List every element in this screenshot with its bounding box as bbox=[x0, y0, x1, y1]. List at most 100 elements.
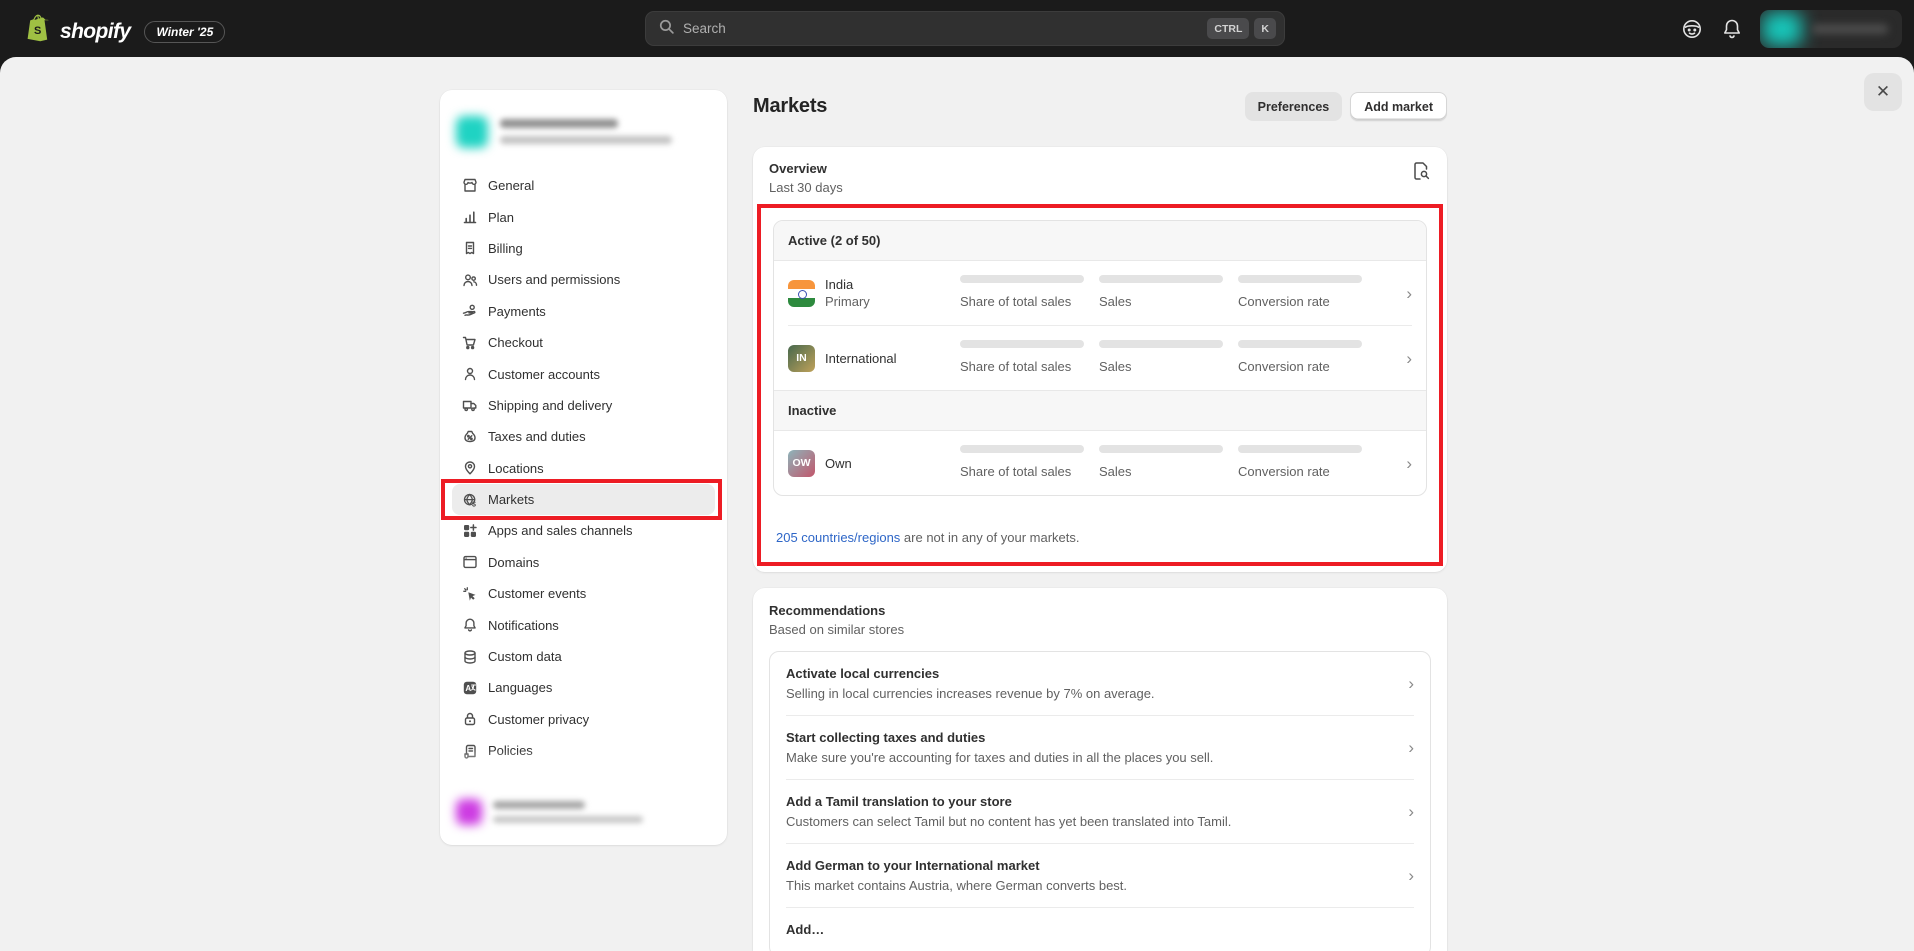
annotation-box-markets bbox=[441, 479, 722, 520]
topbar-right-cluster bbox=[1680, 0, 1902, 58]
apps-icon bbox=[462, 523, 478, 539]
store-switcher[interactable] bbox=[440, 90, 727, 168]
preferences-button[interactable]: Preferences bbox=[1245, 92, 1343, 121]
sidebar-item-checkout[interactable]: Checkout bbox=[452, 327, 715, 358]
countries-footnote: 205 countries/regions are not in any of … bbox=[776, 530, 1424, 545]
topbar: S shopify Winter '25 CTRL K bbox=[0, 0, 1914, 58]
truck-icon bbox=[462, 397, 478, 413]
recommendation-clipped[interactable]: Add… bbox=[770, 908, 1430, 951]
recommendation-collect-taxes[interactable]: Start collecting taxes and duties Make s… bbox=[770, 716, 1430, 779]
sidebar-item-domains[interactable]: Domains bbox=[452, 547, 715, 578]
map-pin-icon bbox=[462, 460, 478, 476]
recommendations-title: Recommendations bbox=[769, 603, 1431, 618]
view-report-icon[interactable] bbox=[1411, 161, 1431, 181]
sidebar-item-taxes-and-duties[interactable]: Taxes and duties bbox=[452, 421, 715, 452]
skeleton-bar bbox=[1099, 445, 1223, 453]
settings-sidebar: General Plan Billing Users and permissio… bbox=[440, 90, 727, 845]
plan-chart-icon bbox=[462, 209, 478, 225]
sidebar-item-languages[interactable]: A Languages bbox=[452, 672, 715, 703]
chevron-right-icon: › bbox=[1408, 675, 1414, 692]
chevron-right-icon: › bbox=[1408, 739, 1414, 756]
close-icon: ✕ bbox=[1876, 82, 1890, 102]
recommendation-tamil-translation[interactable]: Add a Tamil translation to your store Cu… bbox=[770, 780, 1430, 843]
recommendation-activate-local-currencies[interactable]: Activate local currencies Selling in loc… bbox=[770, 652, 1430, 715]
svg-text:A: A bbox=[465, 684, 471, 693]
chevron-right-icon: › bbox=[1408, 803, 1414, 820]
market-row-international[interactable]: IN International Share of total sales Sa… bbox=[774, 326, 1426, 390]
store-url-blurred bbox=[500, 136, 672, 144]
skeleton-bar bbox=[960, 340, 1084, 348]
translate-icon: A bbox=[462, 680, 478, 696]
user-account-row[interactable] bbox=[440, 783, 727, 845]
cart-icon bbox=[462, 335, 478, 351]
shopify-logo[interactable]: S shopify Winter '25 bbox=[24, 13, 225, 50]
recommendations-subtitle: Based on similar stores bbox=[769, 622, 1431, 637]
markets-page: Markets Preferences Add market Overview … bbox=[753, 92, 1447, 951]
sidebar-item-shipping-and-delivery[interactable]: Shipping and delivery bbox=[452, 390, 715, 421]
own-badge: OW bbox=[788, 450, 815, 477]
skeleton-bar bbox=[1099, 340, 1223, 348]
chevron-right-icon: › bbox=[1406, 350, 1412, 367]
countries-regions-link[interactable]: 205 countries/regions bbox=[776, 530, 900, 545]
sidebar-item-users-and-permissions[interactable]: Users and permissions bbox=[452, 264, 715, 295]
account-menu[interactable] bbox=[1760, 10, 1902, 48]
sidebar-item-payments[interactable]: Payments bbox=[452, 296, 715, 327]
recommendation-add-german[interactable]: Add German to your International market … bbox=[770, 844, 1430, 907]
chevron-right-icon: › bbox=[1406, 455, 1412, 472]
recommendations-list: Activate local currencies Selling in loc… bbox=[769, 651, 1431, 951]
market-row-own[interactable]: OW Own Share of total sales Sales Conver… bbox=[774, 431, 1426, 495]
skeleton-bar bbox=[1238, 340, 1362, 348]
market-row-india[interactable]: India Primary Share of total sales Sales… bbox=[774, 261, 1426, 325]
skeleton-bar bbox=[1238, 275, 1362, 283]
chevron-right-icon: › bbox=[1406, 285, 1412, 302]
overview-subtitle: Last 30 days bbox=[769, 180, 843, 195]
skeleton-bar bbox=[1099, 275, 1223, 283]
overview-title: Overview bbox=[769, 161, 843, 176]
sidebar-item-markets[interactable]: $ Markets bbox=[452, 484, 715, 515]
skeleton-bar bbox=[960, 445, 1084, 453]
skeleton-bar bbox=[1238, 445, 1362, 453]
sidebar-item-billing[interactable]: Billing bbox=[452, 233, 715, 264]
tax-bag-icon bbox=[462, 429, 478, 445]
notifications-bell-icon[interactable] bbox=[1720, 17, 1744, 41]
sidebar-item-customer-events[interactable]: Customer events bbox=[452, 578, 715, 609]
overview-card: Overview Last 30 days Active (2 of 50) bbox=[753, 147, 1447, 572]
globe-dollar-icon: $ bbox=[462, 492, 478, 508]
skeleton-bar bbox=[960, 275, 1084, 283]
chevron-right-icon: › bbox=[1408, 867, 1414, 884]
shortcut-ctrl-key: CTRL bbox=[1207, 18, 1249, 39]
international-badge: IN bbox=[788, 345, 815, 372]
shopify-bag-icon: S bbox=[24, 13, 54, 50]
browser-icon bbox=[462, 554, 478, 570]
active-section-header: Active (2 of 50) bbox=[774, 221, 1426, 261]
settings-nav: General Plan Billing Users and permissio… bbox=[440, 168, 727, 783]
lock-icon bbox=[462, 711, 478, 727]
global-search[interactable]: CTRL K bbox=[645, 11, 1285, 46]
sidebar-item-custom-data[interactable]: Custom data bbox=[452, 641, 715, 672]
sidebar-item-locations[interactable]: Locations bbox=[452, 453, 715, 484]
payments-icon bbox=[462, 303, 478, 319]
store-avatar bbox=[456, 116, 488, 148]
sidebar-item-plan[interactable]: Plan bbox=[452, 201, 715, 232]
person-icon bbox=[462, 366, 478, 382]
release-badge: Winter '25 bbox=[144, 21, 225, 43]
sidebar-item-customer-accounts[interactable]: Customer accounts bbox=[452, 358, 715, 389]
svg-text:S: S bbox=[34, 25, 41, 37]
close-button[interactable]: ✕ bbox=[1864, 73, 1902, 111]
sidebar-item-general[interactable]: General bbox=[452, 170, 715, 201]
cursor-click-icon bbox=[462, 586, 478, 602]
billing-receipt-icon bbox=[462, 240, 478, 256]
sidebar-item-notifications[interactable]: Notifications bbox=[452, 609, 715, 640]
india-flag-icon bbox=[788, 280, 815, 307]
add-market-button[interactable]: Add market bbox=[1350, 92, 1447, 121]
inactive-section-header: Inactive bbox=[774, 390, 1426, 431]
search-input[interactable] bbox=[683, 21, 1202, 36]
user-name-blurred bbox=[493, 801, 585, 809]
search-icon bbox=[658, 18, 675, 40]
sidebar-item-apps-and-sales-channels[interactable]: Apps and sales channels bbox=[452, 515, 715, 546]
sidekick-icon[interactable] bbox=[1680, 17, 1704, 41]
page-title: Markets bbox=[753, 95, 827, 118]
database-icon bbox=[462, 649, 478, 665]
shopify-wordmark: shopify bbox=[60, 20, 130, 44]
sidebar-item-customer-privacy[interactable]: Customer privacy bbox=[452, 704, 715, 735]
